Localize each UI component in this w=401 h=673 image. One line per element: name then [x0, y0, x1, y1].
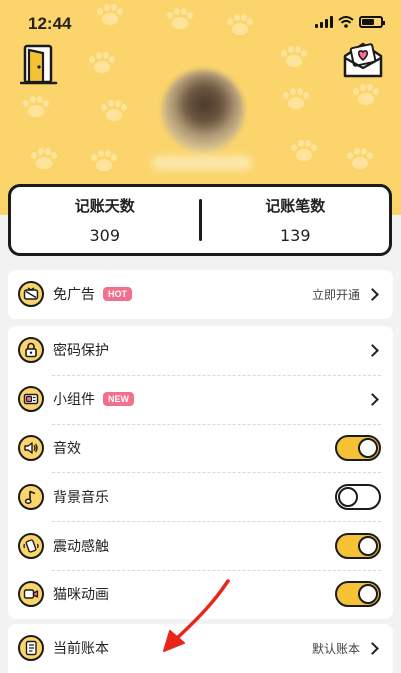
cat-animation-toggle[interactable]: [335, 581, 381, 608]
no-ads-tv-icon: [18, 281, 44, 308]
lock-icon: [18, 337, 44, 364]
cellular-signal-icon: [315, 16, 333, 28]
current-ledger-label: 当前账本: [53, 641, 109, 658]
activate-now-link[interactable]: 立即开通: [312, 286, 360, 303]
paw-print-decoration: [346, 148, 374, 170]
background-music-toggle[interactable]: [335, 483, 381, 510]
paw-print-decoration: [22, 96, 50, 118]
new-badge: NEW: [103, 392, 134, 407]
vibration-icon: [18, 532, 44, 559]
days-stat-label: 记账天数: [74, 197, 135, 215]
paw-print-decoration: [282, 88, 310, 110]
video-icon: [18, 581, 44, 608]
speaker-icon: [18, 434, 44, 461]
widget-icon: [18, 386, 44, 413]
entries-stat[interactable]: 记账笔数 139: [202, 187, 390, 253]
vibration-toggle[interactable]: [335, 532, 381, 559]
paw-print-decoration: [352, 84, 380, 106]
wifi-icon: [338, 16, 354, 28]
password-protection-row[interactable]: 密码保护: [8, 326, 393, 375]
sound-effects-row: 音效: [8, 423, 393, 473]
system-icons: [315, 16, 385, 28]
door-icon: [19, 44, 58, 85]
vibration-row: 震动感触: [8, 521, 393, 570]
messages-button[interactable]: [341, 40, 385, 80]
love-letter-icon: [343, 42, 383, 78]
notebook-icon: [18, 635, 44, 662]
background-music-row: 背景音乐: [8, 472, 393, 521]
stats-card: 记账天数 309 记账笔数 139: [8, 184, 392, 256]
profile-header: 12:44: [0, 0, 401, 215]
ad-free-label: 免广告: [53, 287, 95, 304]
current-ledger-row[interactable]: 当前账本 默认账本: [8, 624, 393, 673]
ad-free-row[interactable]: 免广告 HOT 立即开通: [8, 270, 393, 319]
entries-stat-label: 记账笔数: [265, 197, 326, 215]
ad-free-card: 免广告 HOT 立即开通: [8, 270, 393, 319]
user-avatar[interactable]: [162, 70, 244, 152]
paw-print-decoration: [100, 100, 128, 122]
chevron-right-icon: [366, 288, 379, 301]
sound-effects-label: 音效: [53, 440, 81, 457]
chevron-right-icon: [366, 642, 379, 655]
hot-badge: HOT: [103, 287, 132, 302]
user-nickname-blurred: [152, 156, 252, 170]
days-stat-value: 309: [89, 226, 121, 245]
exit-door-button[interactable]: [19, 44, 58, 86]
password-protection-label: 密码保护: [53, 343, 109, 360]
status-bar: 12:44: [0, 0, 401, 44]
current-ledger-value: 默认账本: [311, 641, 360, 656]
chevron-right-icon: [366, 392, 379, 406]
sound-effects-toggle[interactable]: [335, 434, 381, 461]
widget-row[interactable]: 小组件 NEW: [8, 374, 393, 424]
paw-print-decoration: [30, 148, 58, 170]
background-music-label: 背景音乐: [53, 489, 109, 506]
cat-animation-label: 猫咪动画: [53, 587, 109, 604]
paw-print-decoration: [290, 140, 318, 162]
entries-stat-value: 139: [279, 226, 311, 245]
paw-print-decoration: [280, 46, 308, 68]
battery-icon: [359, 16, 385, 28]
days-stat[interactable]: 记账天数 309: [11, 187, 199, 253]
cat-animation-row: 猫咪动画: [8, 569, 393, 619]
chevron-right-icon: [366, 344, 379, 357]
paw-print-decoration: [90, 150, 118, 172]
music-note-icon: [18, 483, 44, 510]
settings-card: 密码保护 小组件 NEW 音效 背景音乐 震动感触 猫咪动画: [8, 326, 393, 619]
widget-label: 小组件: [53, 392, 95, 409]
ledger-card: 当前账本 默认账本: [8, 624, 393, 673]
paw-print-decoration: [88, 52, 116, 74]
status-time: 12:44: [28, 14, 72, 33]
vibration-label: 震动感触: [53, 538, 109, 555]
